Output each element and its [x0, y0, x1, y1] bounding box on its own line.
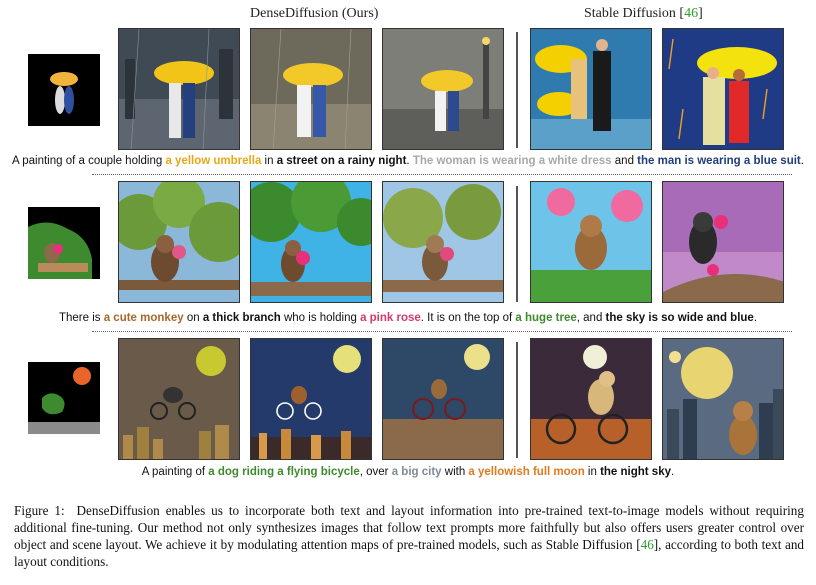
caption-row1-seg: a yellow umbrella	[165, 155, 262, 167]
caption-row3: A painting of a dog riding a flying bicy…	[0, 466, 816, 478]
caption-row1-seg: a street on a rainy night	[276, 155, 407, 167]
figure-caption: Figure 1: DenseDiffusion enables us to i…	[14, 502, 804, 570]
caption-row1-seg: The woman is wearing a white dress	[412, 155, 612, 167]
header-stable-diffusion: Stable Diffusion [46]	[584, 6, 703, 22]
result-dense-couple-1	[118, 28, 240, 150]
result-sd-monkey-1	[530, 181, 652, 303]
caption-row1: A painting of a couple holding a yellow …	[0, 155, 816, 167]
caption-row3-seg: a yellowish full moon	[468, 466, 585, 478]
result-sd-couple-2	[662, 28, 784, 150]
result-sd-couple-1	[530, 28, 652, 150]
dotted-divider-1	[92, 174, 792, 175]
caption-row1-seg: and	[611, 155, 638, 167]
caption-row2-seg: a thick branch	[202, 312, 281, 324]
caption-row2-seg: There is	[58, 312, 104, 324]
caption-row3-seg: the night sky	[600, 466, 671, 478]
result-dense-dog-3	[382, 338, 504, 460]
header-sd-citation[interactable]: 46	[684, 6, 698, 21]
header-densediffusion: DenseDiffusion (Ours)	[250, 6, 379, 21]
dotted-divider-2	[92, 331, 792, 332]
result-sd-dog-2	[662, 338, 784, 460]
caption-row2-seg: , and	[576, 312, 606, 324]
caption-row3-seg: a big city	[391, 466, 442, 478]
result-dense-dog-1	[118, 338, 240, 460]
caption-row3-seg: a dog riding a flying bicycle	[208, 466, 360, 478]
caption-row2-seg: who is holding	[280, 312, 361, 324]
figure-label: Figure 1:	[14, 503, 65, 518]
result-dense-couple-3	[382, 28, 504, 150]
result-dense-monkey-1	[118, 181, 240, 303]
caption-row2-seg: a pink rose	[360, 312, 421, 324]
caption-row3-seg: .	[671, 466, 675, 478]
caption-row2-seg: .	[753, 312, 758, 324]
result-dense-monkey-2	[250, 181, 372, 303]
caption-row3-seg: with	[441, 466, 469, 478]
result-dense-monkey-3	[382, 181, 504, 303]
layout-mask-dog	[28, 362, 100, 434]
caption-row3-seg: in	[584, 466, 601, 478]
separator-row1	[516, 32, 518, 148]
separator-row2	[516, 186, 518, 302]
separator-row3	[516, 342, 518, 458]
result-sd-monkey-2	[662, 181, 784, 303]
caption-row2-seg: the sky is so wide and blue	[605, 312, 754, 324]
header-sd-prefix: Stable Diffusion [	[584, 6, 685, 21]
caption-row1-seg: the man is wearing a blue suit	[637, 155, 801, 167]
result-sd-dog-1	[530, 338, 652, 460]
caption-row2-seg: . It is on the top of	[420, 312, 516, 324]
layout-mask-couple	[28, 54, 100, 126]
caption-row2-seg: a huge tree	[515, 312, 577, 324]
figure-caption-citation[interactable]: 46	[641, 537, 654, 552]
caption-row1-seg: .	[800, 155, 804, 167]
caption-row1-seg: A painting of a couple holding	[12, 155, 166, 167]
header-sd-suffix: ]	[698, 6, 703, 21]
result-dense-dog-2	[250, 338, 372, 460]
caption-row3-seg: A painting of	[141, 466, 209, 478]
caption-row1-seg: in	[261, 155, 277, 167]
caption-row3-seg: , over	[359, 466, 392, 478]
caption-row2: There is a cute monkey on a thick branch…	[0, 312, 816, 324]
caption-row2-seg: on	[183, 312, 203, 324]
caption-row2-seg: a cute monkey	[103, 312, 184, 324]
layout-mask-monkey	[28, 207, 100, 279]
result-dense-couple-2	[250, 28, 372, 150]
